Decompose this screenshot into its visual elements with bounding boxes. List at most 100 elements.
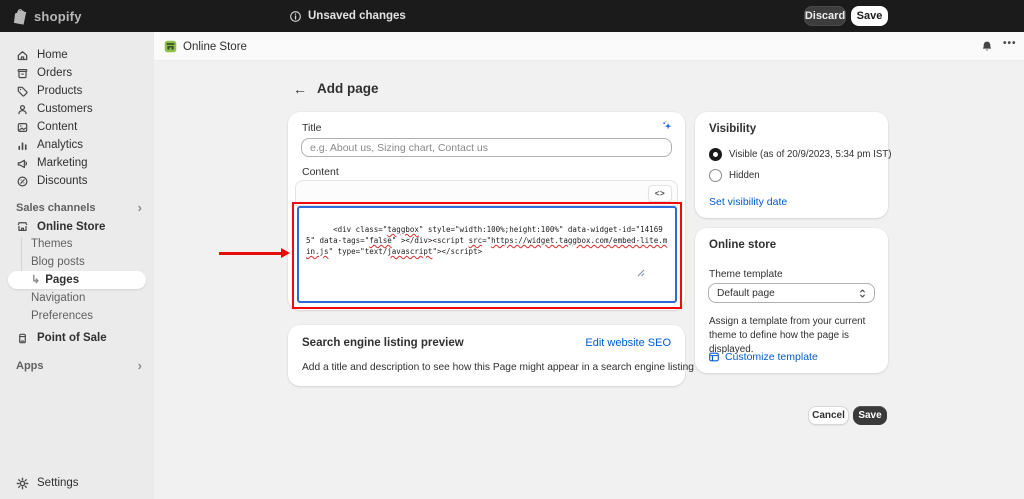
sidebar-item-label: Home <box>37 49 68 61</box>
sidebar-item-themes[interactable]: Themes <box>0 235 154 253</box>
annotation-arrow <box>219 252 282 255</box>
sidebar-item-label: Marketing <box>37 157 88 169</box>
orders-icon <box>16 67 29 80</box>
info-icon <box>289 10 302 23</box>
return-arrow-icon: ↳ <box>31 275 40 286</box>
sidebar-item-label: Products <box>37 85 82 97</box>
set-visibility-date-link[interactable]: Set visibility date <box>709 196 787 208</box>
top-bar: shopify Unsaved changes Discard Save <box>0 0 1024 32</box>
back-arrow-icon[interactable]: ← <box>293 82 307 96</box>
annotation-arrow-head <box>281 248 290 258</box>
sidebar-item-marketing[interactable]: Marketing <box>0 154 154 172</box>
sidebar-item-products[interactable]: Products <box>0 82 154 100</box>
content-editor-toolbar: <> <box>295 180 678 206</box>
notification-bell-icon[interactable] <box>980 40 994 54</box>
seo-preview-card: Search engine listing preview Edit websi… <box>288 325 685 386</box>
visibility-card: Visibility Visible (as of 20/9/2023, 5:3… <box>695 112 888 218</box>
navigation-label: Navigation <box>31 292 85 304</box>
discounts-icon <box>16 175 29 188</box>
chevron-right-icon: › <box>138 361 142 371</box>
radio-unselected-icon[interactable] <box>709 169 722 182</box>
visible-radio-option[interactable]: Visible (as of 20/9/2023, 5:34 pm IST) <box>709 148 891 161</box>
blog-posts-label: Blog posts <box>31 256 85 268</box>
customize-template-label: Customize template <box>725 351 818 363</box>
unsaved-changes-status: Unsaved changes <box>289 0 406 32</box>
sidebar-item-content[interactable]: Content <box>0 118 154 136</box>
sidebar-item-label: Discounts <box>37 175 88 187</box>
select-chevrons-icon <box>858 287 867 300</box>
settings-label: Settings <box>37 477 79 489</box>
shopify-logo[interactable]: shopify <box>13 0 82 32</box>
content-field-label: Content <box>302 166 339 178</box>
preferences-label: Preferences <box>31 310 93 322</box>
page-title: Add page <box>317 81 379 96</box>
sidebar-item-preferences[interactable]: Preferences <box>0 307 154 325</box>
hidden-option-label: Hidden <box>729 170 760 181</box>
theme-template-label: Theme template <box>709 269 783 280</box>
sidebar-item-label: Orders <box>37 67 72 79</box>
online-store-card: Online store Theme template Default page… <box>695 228 888 373</box>
content-code-editor[interactable]: <div class="taggbox" style="width:100%;h… <box>297 206 677 303</box>
marketing-icon <box>16 157 29 170</box>
customers-icon <box>16 103 29 116</box>
seo-description: Add a title and description to see how t… <box>302 362 694 373</box>
sidebar-item-orders[interactable]: Orders <box>0 64 154 82</box>
more-options-icon[interactable]: ••• <box>1003 38 1017 49</box>
themes-label: Themes <box>31 238 73 250</box>
edit-website-seo-link[interactable]: Edit website SEO <box>585 337 671 349</box>
code-view-toggle-button[interactable]: <> <box>648 185 672 202</box>
theme-icon <box>708 351 720 363</box>
content-icon <box>16 121 29 134</box>
title-input[interactable] <box>301 138 672 157</box>
sidebar-item-analytics[interactable]: Analytics <box>0 136 154 154</box>
shopify-bag-icon <box>13 8 29 25</box>
sidebar-item-label: Customers <box>37 103 93 115</box>
sidebar-item-online-store[interactable]: Online Store <box>0 218 154 235</box>
shopify-logo-text: shopify <box>34 9 82 24</box>
chevron-right-icon: › <box>138 203 142 213</box>
analytics-icon <box>16 139 29 152</box>
magic-sparkle-icon[interactable] <box>661 120 674 133</box>
visibility-card-title: Visibility <box>709 123 756 135</box>
cancel-button[interactable]: Cancel <box>808 406 849 425</box>
title-field-label: Title <box>302 122 321 134</box>
customize-template-link[interactable]: Customize template <box>708 351 818 363</box>
seo-card-title: Search engine listing preview <box>302 337 464 349</box>
sidebar-item-home[interactable]: Home <box>0 46 154 64</box>
online-store-card-title: Online store <box>709 239 776 251</box>
topbar-save-button[interactable]: Save <box>851 6 888 26</box>
online-store-label: Online Store <box>37 221 105 233</box>
discard-button[interactable]: Discard <box>804 6 846 26</box>
settings-gear-icon <box>16 477 29 490</box>
radio-selected-icon[interactable] <box>709 148 722 161</box>
resize-handle-icon[interactable] <box>637 247 673 299</box>
context-badge-label: Online Store <box>183 41 247 53</box>
sidebar-item-discounts[interactable]: Discounts <box>0 172 154 190</box>
products-icon <box>16 85 29 98</box>
point-of-sale-icon <box>16 332 29 345</box>
sales-channels-label: Sales channels <box>16 202 96 214</box>
online-store-icon <box>16 220 29 233</box>
sidebar-item-customers[interactable]: Customers <box>0 100 154 118</box>
theme-template-select[interactable]: Default page <box>708 283 875 303</box>
sidebar: Home Orders Products Customers Content A… <box>0 32 154 499</box>
sidebar-item-settings[interactable]: Settings <box>0 474 154 492</box>
shopify-admin-window: shopify Unsaved changes Discard Save Hom… <box>0 0 1024 499</box>
sidebar-item-label: Analytics <box>37 139 83 151</box>
sidebar-item-blog-posts[interactable]: Blog posts <box>0 253 154 271</box>
apps-label: Apps <box>16 360 44 372</box>
theme-template-value: Default page <box>717 288 775 299</box>
hidden-radio-option[interactable]: Hidden <box>709 169 760 182</box>
sidebar-item-navigation[interactable]: Navigation <box>0 289 154 307</box>
context-bar: Online Store ••• <box>154 32 1024 61</box>
save-button[interactable]: Save <box>853 406 887 425</box>
sidebar-item-point-of-sale[interactable]: Point of Sale <box>0 329 154 347</box>
point-of-sale-label: Point of Sale <box>37 332 107 344</box>
home-icon <box>16 49 29 62</box>
page-form-card: Title Content <> <div class="taggbox" st… <box>288 112 685 310</box>
sidebar-item-label: Content <box>37 121 77 133</box>
visible-option-label: Visible (as of 20/9/2023, 5:34 pm IST) <box>729 149 891 160</box>
apps-header[interactable]: Apps › <box>0 358 154 374</box>
sales-channels-header[interactable]: Sales channels › <box>0 200 154 216</box>
sidebar-item-pages[interactable]: ↳ Pages <box>8 271 146 289</box>
